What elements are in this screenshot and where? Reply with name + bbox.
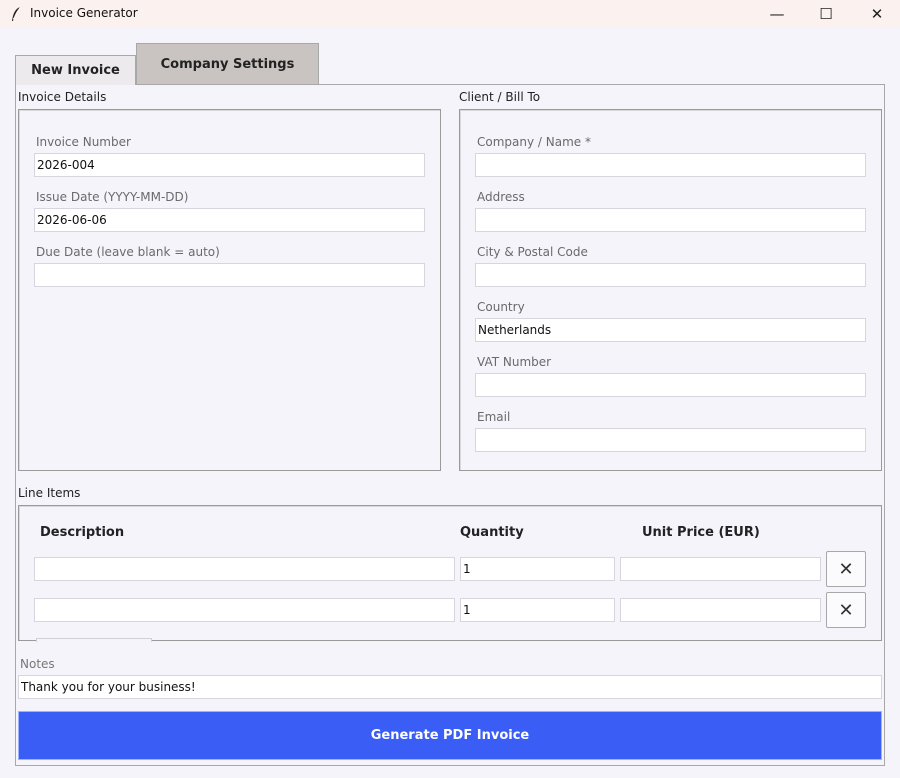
- line-item-description-input[interactable]: [34, 598, 455, 622]
- city-postal-input[interactable]: [475, 263, 866, 287]
- issue-date-input[interactable]: [34, 208, 425, 232]
- notes-input[interactable]: [18, 675, 882, 699]
- address-input[interactable]: [475, 208, 866, 232]
- due-date-label: Due Date (leave blank = auto): [36, 245, 220, 259]
- company-name-input[interactable]: [475, 153, 866, 177]
- title-bar: Invoice Generator — ☐ ✕: [0, 0, 900, 28]
- quantity-column-header: Quantity: [460, 525, 524, 540]
- company-name-label: Company / Name *: [477, 135, 591, 149]
- line-item-unit-price-input[interactable]: [620, 557, 821, 581]
- feather-icon: [12, 6, 21, 21]
- remove-line-item-button[interactable]: ✕: [826, 551, 866, 587]
- line-item-quantity-input[interactable]: [460, 598, 615, 622]
- unit-price-column-header: Unit Price (EUR): [642, 525, 760, 540]
- email-label: Email: [477, 410, 511, 424]
- address-label: Address: [477, 190, 525, 204]
- maximize-button[interactable]: ☐: [803, 0, 849, 28]
- close-button[interactable]: ✕: [854, 0, 900, 28]
- line-item-description-input[interactable]: [34, 557, 455, 581]
- minimize-button[interactable]: —: [754, 0, 800, 28]
- close-icon: ✕: [838, 558, 854, 580]
- notes-label: Notes: [20, 657, 55, 671]
- add-line-button-edge[interactable]: [36, 638, 152, 642]
- close-icon: ✕: [838, 599, 854, 621]
- invoice-number-label: Invoice Number: [36, 135, 131, 149]
- country-label: Country: [477, 300, 525, 314]
- tab-new-invoice[interactable]: New Invoice: [15, 55, 136, 85]
- invoice-number-input[interactable]: [34, 153, 425, 177]
- issue-date-label: Issue Date (YYYY-MM-DD): [36, 190, 189, 204]
- line-items-heading: Line Items: [18, 486, 81, 500]
- vat-number-input[interactable]: [475, 373, 866, 397]
- client-heading: Client / Bill To: [459, 90, 541, 104]
- tab-company-settings[interactable]: Company Settings: [136, 43, 319, 85]
- email-input[interactable]: [475, 428, 866, 452]
- line-item-unit-price-input[interactable]: [620, 598, 821, 622]
- due-date-input[interactable]: [34, 263, 425, 287]
- remove-line-item-button[interactable]: ✕: [826, 592, 866, 628]
- city-postal-label: City & Postal Code: [477, 245, 588, 259]
- vat-number-label: VAT Number: [477, 355, 552, 369]
- line-item-quantity-input[interactable]: [460, 557, 615, 581]
- window-title: Invoice Generator: [30, 6, 138, 20]
- generate-pdf-button[interactable]: Generate PDF Invoice: [19, 712, 881, 759]
- country-input[interactable]: [475, 318, 866, 342]
- description-column-header: Description: [40, 525, 125, 540]
- invoice-details-heading: Invoice Details: [18, 90, 107, 104]
